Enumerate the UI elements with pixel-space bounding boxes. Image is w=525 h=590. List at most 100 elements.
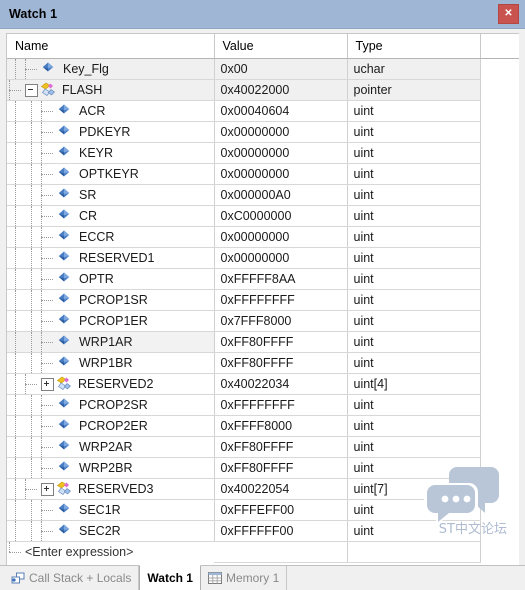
cell-type[interactable]: uint: [347, 205, 481, 227]
cell-value[interactable]: 0xFF80FFFF: [214, 331, 348, 353]
table-row[interactable]: WRP2AR 0xFF80FFFF uint: [7, 436, 519, 458]
cell-value[interactable]: 0x40022054: [214, 478, 348, 500]
column-header-blank[interactable]: [480, 34, 519, 59]
table-row[interactable]: SEC1R 0xFFFEFF00 uint: [7, 499, 519, 521]
expand-toggle[interactable]: [41, 482, 54, 496]
column-header-type[interactable]: Type: [347, 34, 481, 59]
cell-name[interactable]: RESERVED2: [7, 373, 215, 395]
table-row[interactable]: RESERVED3 0x40022054 uint[7]: [7, 478, 519, 500]
cell-type[interactable]: pointer: [347, 79, 481, 101]
table-row[interactable]: WRP1AR 0xFF80FFFF uint: [7, 331, 519, 353]
cell-value[interactable]: 0xFF80FFFF: [214, 457, 348, 479]
cell-name[interactable]: SR: [7, 184, 215, 206]
close-icon[interactable]: ✕: [498, 4, 519, 24]
cell-name[interactable]: ECCR: [7, 226, 215, 248]
cell-name[interactable]: OPTR: [7, 268, 215, 290]
cell-type[interactable]: uint: [347, 142, 481, 164]
cell-type[interactable]: uint[4]: [347, 373, 481, 395]
table-row[interactable]: Key_Flg 0x00 uchar: [7, 58, 519, 80]
cell-type[interactable]: uint: [347, 184, 481, 206]
table-row[interactable]: WRP2BR 0xFF80FFFF uint: [7, 457, 519, 479]
cell-name[interactable]: PDKEYR: [7, 121, 215, 143]
cell-name[interactable]: SEC2R: [7, 520, 215, 542]
cell-name[interactable]: WRP1BR: [7, 352, 215, 374]
table-row[interactable]: OPTKEYR 0x00000000 uint: [7, 163, 519, 185]
cell-value[interactable]: 0x00040604: [214, 100, 348, 122]
tab-memory-1[interactable]: Memory 1: [201, 566, 288, 590]
cell-value[interactable]: 0xC0000000: [214, 205, 348, 227]
column-header-value[interactable]: Value: [214, 34, 348, 59]
cell-name[interactable]: RESERVED3: [7, 478, 215, 500]
cell-value[interactable]: 0x00000000: [214, 226, 348, 248]
cell-type[interactable]: uint: [347, 226, 481, 248]
cell-type[interactable]: uint: [347, 268, 481, 290]
cell-name[interactable]: WRP1AR: [7, 331, 215, 353]
cell-value[interactable]: 0xFF80FFFF: [214, 352, 348, 374]
table-row[interactable]: SEC2R 0xFFFFFF00 uint: [7, 520, 519, 542]
cell-type[interactable]: uint: [347, 520, 481, 542]
cell-type[interactable]: uint: [347, 415, 481, 437]
cell-name[interactable]: CR: [7, 205, 215, 227]
table-row[interactable]: OPTR 0xFFFFF8AA uint: [7, 268, 519, 290]
cell-type[interactable]: uint: [347, 436, 481, 458]
cell-type[interactable]: uint: [347, 289, 481, 311]
cell-name[interactable]: FLASH: [7, 79, 215, 101]
table-row[interactable]: RESERVED2 0x40022034 uint[4]: [7, 373, 519, 395]
cell-value[interactable]: 0x00: [214, 58, 348, 80]
cell-type[interactable]: uint: [347, 100, 481, 122]
cell-value[interactable]: 0xFFFF8000: [214, 415, 348, 437]
cell-name[interactable]: WRP2AR: [7, 436, 215, 458]
table-row[interactable]: RESERVED1 0x00000000 uint: [7, 247, 519, 269]
cell-name[interactable]: PCROP2SR: [7, 394, 215, 416]
column-header-name[interactable]: Name: [7, 34, 215, 59]
table-row[interactable]: PCROP1SR 0xFFFFFFFF uint: [7, 289, 519, 311]
cell-value[interactable]: 0xFFFFFF00: [214, 520, 348, 542]
table-row[interactable]: CR 0xC0000000 uint: [7, 205, 519, 227]
cell-type[interactable]: uint: [347, 499, 481, 521]
cell-value[interactable]: [214, 541, 348, 563]
table-row[interactable]: PCROP2ER 0xFFFF8000 uint: [7, 415, 519, 437]
cell-value[interactable]: 0x000000A0: [214, 184, 348, 206]
table-row[interactable]: WRP1BR 0xFF80FFFF uint: [7, 352, 519, 374]
cell-name[interactable]: PCROP2ER: [7, 415, 215, 437]
cell-value[interactable]: 0x40022034: [214, 373, 348, 395]
cell-name[interactable]: OPTKEYR: [7, 163, 215, 185]
cell-name[interactable]: PCROP1ER: [7, 310, 215, 332]
collapse-toggle[interactable]: [25, 83, 38, 97]
cell-type[interactable]: uint: [347, 247, 481, 269]
cell-type[interactable]: uint: [347, 457, 481, 479]
cell-name[interactable]: Key_Flg: [7, 58, 215, 80]
tab-watch-1[interactable]: Watch 1: [139, 565, 201, 590]
cell-value[interactable]: 0xFF80FFFF: [214, 436, 348, 458]
cell-name[interactable]: RESERVED1: [7, 247, 215, 269]
cell-value[interactable]: 0x7FFF8000: [214, 310, 348, 332]
cell-value[interactable]: 0xFFFFFFFF: [214, 394, 348, 416]
table-row[interactable]: PCROP1ER 0x7FFF8000 uint: [7, 310, 519, 332]
table-row[interactable]: <Enter expression>: [7, 541, 519, 563]
cell-type[interactable]: uchar: [347, 58, 481, 80]
cell-value[interactable]: 0x00000000: [214, 247, 348, 269]
table-row[interactable]: PCROP2SR 0xFFFFFFFF uint: [7, 394, 519, 416]
cell-type[interactable]: uint[7]: [347, 478, 481, 500]
cell-name[interactable]: ACR: [7, 100, 215, 122]
cell-name[interactable]: KEYR: [7, 142, 215, 164]
cell-type[interactable]: uint: [347, 310, 481, 332]
cell-name[interactable]: WRP2BR: [7, 457, 215, 479]
cell-value[interactable]: 0x00000000: [214, 142, 348, 164]
cell-type[interactable]: uint: [347, 394, 481, 416]
cell-type[interactable]: uint: [347, 121, 481, 143]
cell-type[interactable]: uint: [347, 331, 481, 353]
cell-value[interactable]: 0x40022000: [214, 79, 348, 101]
cell-value[interactable]: 0xFFFFF8AA: [214, 268, 348, 290]
cell-value[interactable]: 0x00000000: [214, 121, 348, 143]
cell-type[interactable]: uint: [347, 163, 481, 185]
table-row[interactable]: SR 0x000000A0 uint: [7, 184, 519, 206]
cell-type[interactable]: uint: [347, 352, 481, 374]
cell-name[interactable]: <Enter expression>: [7, 542, 214, 563]
table-row[interactable]: ECCR 0x00000000 uint: [7, 226, 519, 248]
cell-name[interactable]: SEC1R: [7, 499, 215, 521]
expand-toggle[interactable]: [41, 377, 54, 391]
table-row[interactable]: FLASH 0x40022000 pointer: [7, 79, 519, 101]
cell-value[interactable]: 0x00000000: [214, 163, 348, 185]
cell-value[interactable]: 0xFFFEFF00: [214, 499, 348, 521]
